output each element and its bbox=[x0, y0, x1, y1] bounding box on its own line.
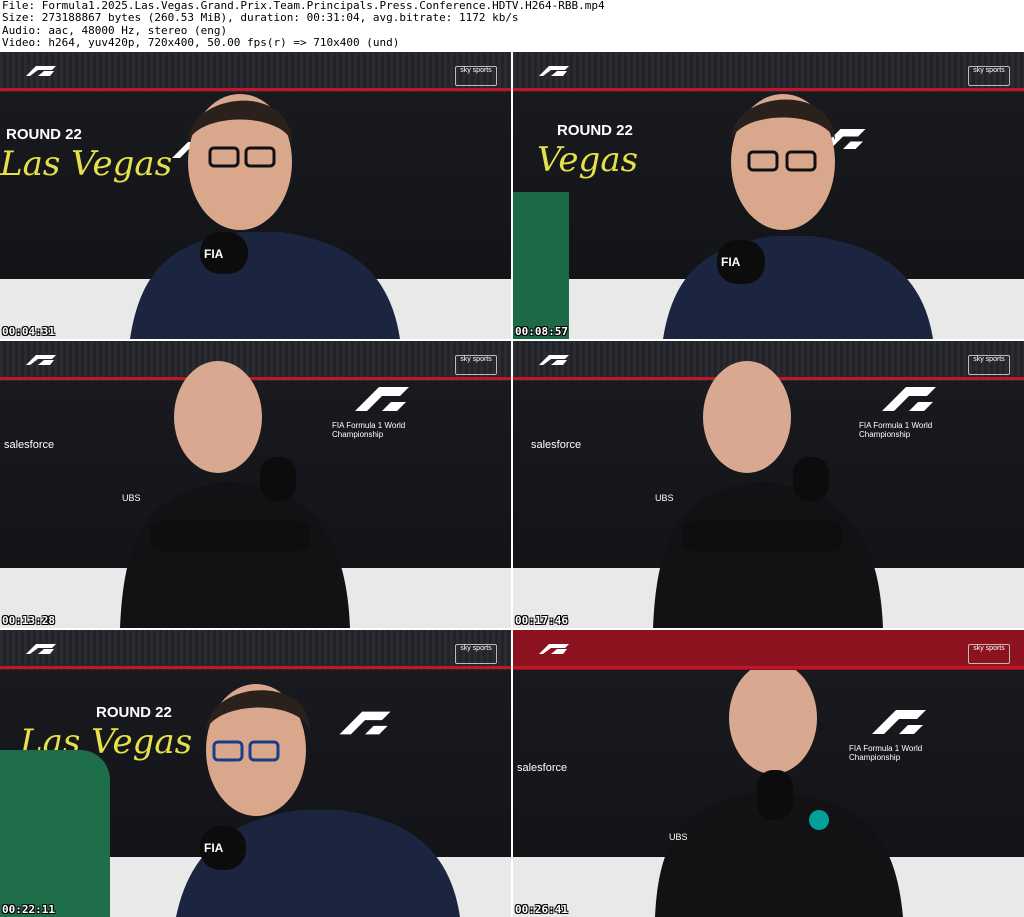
svg-text:UBS: UBS bbox=[669, 832, 688, 842]
thumbnail-3[interactable]: sky sports salesforce FIA Formula 1 Worl… bbox=[0, 341, 511, 628]
video-line: Video: h264, yuv420p, 720x400, 50.00 fps… bbox=[2, 36, 400, 50]
brand-label: sky sports bbox=[460, 356, 492, 363]
green-suit-edge bbox=[513, 192, 569, 339]
svg-text:FIA: FIA bbox=[721, 255, 741, 269]
svg-text:UBS: UBS bbox=[122, 493, 141, 503]
brand-label: sky sports bbox=[973, 67, 1005, 74]
thumbnail-1[interactable]: sky sports ROUND 22 Las Vegas FIA 00:04:… bbox=[0, 52, 511, 339]
speaker-figure: FIA bbox=[663, 94, 933, 339]
brand-label: sky sports bbox=[973, 645, 1005, 652]
svg-text:UBS: UBS bbox=[655, 493, 674, 503]
salesforce-label: salesforce bbox=[531, 439, 582, 451]
thumbnail-2[interactable]: sky sports ROUND 22 Vegas FIA 00:08:57 bbox=[513, 52, 1024, 339]
thumbnail-5[interactable]: sky sports ROUND 22 Las Vegas FIA 00:22:… bbox=[0, 630, 511, 917]
speaker-figure: UBS bbox=[120, 361, 350, 628]
round-label: ROUND 22 bbox=[96, 704, 172, 721]
timestamp: 00:22:11 bbox=[2, 903, 55, 916]
timestamp: 00:26:41 bbox=[515, 903, 568, 916]
speaker-figure: FIA bbox=[176, 684, 460, 917]
sky-sports-logo: sky sports bbox=[968, 355, 1010, 375]
round-label: ROUND 22 bbox=[557, 122, 633, 139]
speaker-figure: UBS bbox=[653, 361, 883, 628]
svg-text:FIA: FIA bbox=[204, 841, 224, 855]
speaker-figure: UBS bbox=[655, 670, 903, 917]
sky-sports-logo: sky sports bbox=[968, 66, 1010, 86]
timestamp: 00:17:46 bbox=[515, 614, 568, 627]
timestamp: 00:04:31 bbox=[2, 325, 55, 338]
brand-label: sky sports bbox=[460, 645, 492, 652]
size-line: Size: 273188867 bytes (260.53 MiB), dura… bbox=[2, 11, 519, 25]
sky-sports-logo: sky sports bbox=[455, 66, 497, 86]
timestamp: 00:13:28 bbox=[2, 614, 55, 627]
salesforce-label: salesforce bbox=[517, 762, 568, 774]
thumbnail-6[interactable]: sky sports salesforce FIA Formula 1 Worl… bbox=[513, 630, 1024, 917]
f1-logo-icon bbox=[26, 66, 56, 76]
f1-logo-icon bbox=[539, 355, 569, 365]
info-header: File: Formula1.2025.Las.Vegas.Grand.Prix… bbox=[0, 0, 1024, 52]
f1-logo-icon bbox=[26, 355, 56, 365]
sky-sports-logo: sky sports bbox=[455, 644, 497, 664]
thumbnail-4[interactable]: sky sports salesforce FIA Formula 1 Worl… bbox=[513, 341, 1024, 628]
f1-logo-icon bbox=[26, 644, 56, 654]
brand-label: sky sports bbox=[973, 356, 1005, 363]
speaker-figure: FIA bbox=[130, 94, 400, 339]
sky-sports-logo: sky sports bbox=[455, 355, 497, 375]
vegas-script: Vegas bbox=[537, 140, 639, 180]
svg-text:FIA: FIA bbox=[204, 247, 224, 261]
green-suit-person bbox=[0, 750, 110, 917]
f1-logo-icon bbox=[539, 66, 569, 76]
sky-sports-logo: sky sports bbox=[968, 644, 1010, 664]
thumbnail-grid: sky sports ROUND 22 Las Vegas FIA 00:04:… bbox=[0, 52, 1024, 917]
f1-logo-icon bbox=[539, 644, 569, 654]
round-label: ROUND 22 bbox=[6, 126, 82, 143]
salesforce-label: salesforce bbox=[4, 439, 55, 451]
timestamp: 00:08:57 bbox=[515, 325, 568, 338]
brand-label: sky sports bbox=[460, 67, 492, 74]
